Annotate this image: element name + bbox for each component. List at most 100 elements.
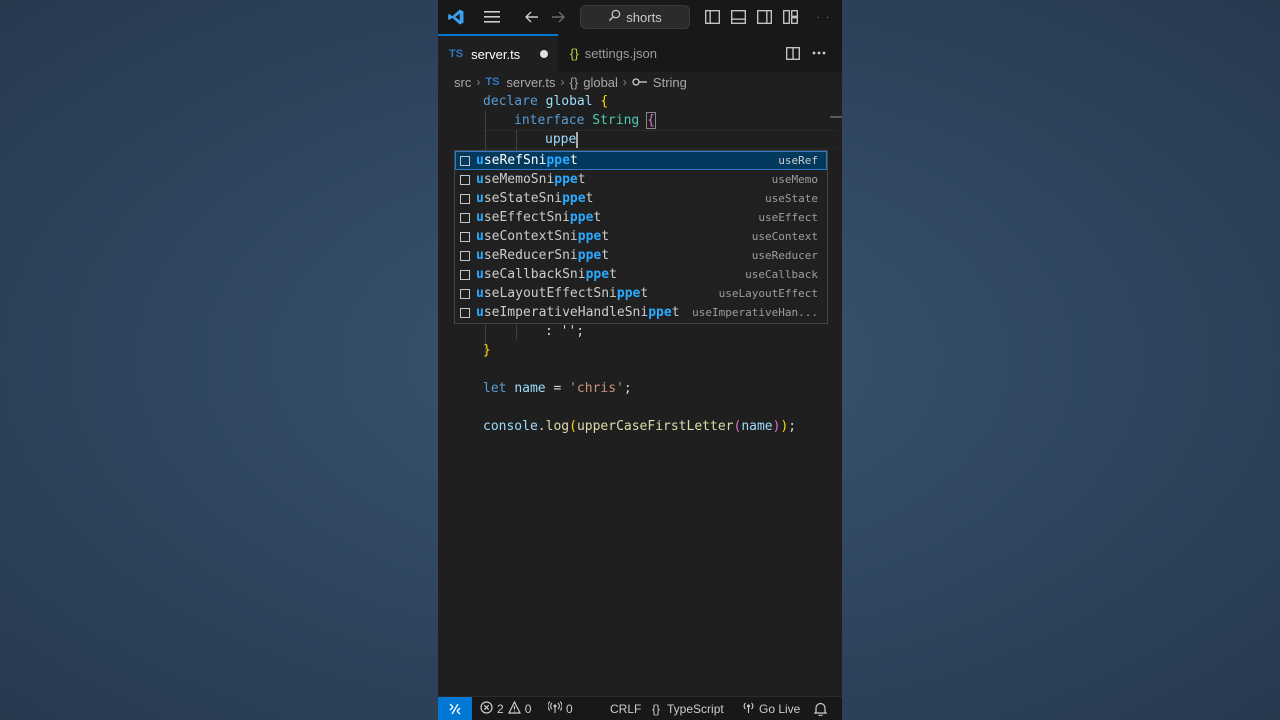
language-mode[interactable]: {} TypeScript xyxy=(652,697,724,720)
code-line-3: uppe xyxy=(545,131,579,148)
suggestion-detail: useMemo xyxy=(771,173,818,186)
suggestion-item[interactable]: useReducerSnippet useReducer xyxy=(455,246,827,265)
snippet-icon xyxy=(460,288,470,299)
window-controls-icon[interactable]: ·· xyxy=(814,0,838,34)
toggle-panel-icon[interactable] xyxy=(728,0,748,34)
suggestion-item[interactable]: useEffectSnippet useEffect xyxy=(455,208,827,227)
text-cursor xyxy=(576,131,579,148)
suggestion-detail: useLayoutEffect xyxy=(718,287,818,300)
breadcrumb-symbol[interactable]: String xyxy=(653,75,687,90)
customize-layout-icon[interactable] xyxy=(780,0,800,34)
suggest-widget: useRefSnippet useRef useMemoSnippet useMemo… xyxy=(454,150,828,324)
suggestion-item[interactable]: useCallbackSnippet useCallback xyxy=(455,265,827,284)
suggestion-detail: useContext xyxy=(751,230,818,243)
json-file-icon: {} xyxy=(570,45,579,61)
suggestion-item[interactable]: useLayoutEffectSnippet useLayoutEffect xyxy=(455,284,827,303)
broadcast-icon xyxy=(547,700,563,717)
tab-settings-json[interactable]: {} settings.json xyxy=(558,34,690,72)
go-live-label: Go Live xyxy=(759,701,801,716)
suggestion-item[interactable]: useRefSnippet useRef xyxy=(455,151,827,170)
tab-label: server.ts xyxy=(471,46,521,62)
code-line-1: declare global { xyxy=(483,94,609,109)
code-line-2: interface String { xyxy=(514,112,656,129)
snippet-icon xyxy=(460,250,470,261)
suggestion-detail: useState xyxy=(765,192,818,205)
search-label: shorts xyxy=(626,9,662,25)
problems-indicator[interactable]: 2 0 xyxy=(480,697,531,720)
suggestion-label: useContextSnippet xyxy=(476,229,610,244)
current-line-highlight xyxy=(482,130,838,149)
language-label: TypeScript xyxy=(667,701,724,716)
code-line-7: console.log(upperCaseFirstLetter(name)); xyxy=(483,419,797,434)
go-live-button[interactable]: Go Live xyxy=(742,697,800,720)
suggestion-label: useImperativeHandleSnippet xyxy=(476,305,680,320)
suggestion-label: useCallbackSnippet xyxy=(476,267,617,282)
suggestion-label: useStateSnippet xyxy=(476,191,594,206)
toggle-secondary-sidebar-icon[interactable] xyxy=(754,0,774,34)
code-line-4: : ''; xyxy=(545,324,585,339)
breadcrumb-namespace[interactable]: global xyxy=(583,75,618,90)
suggestion-item[interactable]: useContextSnippet useContext xyxy=(455,227,827,246)
title-bar: shorts ·· xyxy=(438,0,842,34)
editor-tab-bar: TS server.ts {} settings.json xyxy=(438,34,842,72)
suggestion-label: useLayoutEffectSnippet xyxy=(476,286,649,301)
typescript-file-icon: TS xyxy=(449,48,464,60)
remote-indicator-icon[interactable] xyxy=(438,697,472,720)
suggestion-detail: useCallback xyxy=(745,268,818,281)
code-line-5: } xyxy=(483,343,491,358)
snippet-icon xyxy=(460,231,470,242)
more-actions-icon[interactable] xyxy=(808,34,830,72)
warning-count: 0 xyxy=(524,701,532,716)
suggestion-label: useRefSnippet xyxy=(476,153,578,168)
snippet-icon xyxy=(460,269,470,280)
suggestion-item[interactable]: useStateSnippet useState xyxy=(455,189,827,208)
chevron-right-icon: › xyxy=(476,75,481,89)
notifications-bell-icon[interactable] xyxy=(814,697,827,720)
command-center-search[interactable]: shorts xyxy=(580,5,690,29)
suggestion-detail: useImperativeHan... xyxy=(692,306,818,319)
namespace-icon: {} xyxy=(569,74,579,90)
snippet-icon xyxy=(460,155,470,166)
breadcrumb-folder[interactable]: src xyxy=(454,75,471,90)
ports-indicator[interactable]: 0 xyxy=(547,697,573,720)
tab-label: settings.json xyxy=(584,45,657,61)
broadcast-icon xyxy=(742,701,755,717)
snippet-icon xyxy=(460,193,470,204)
chevron-right-icon: › xyxy=(560,75,565,89)
suggestion-detail: useReducer xyxy=(751,249,818,262)
eol-indicator[interactable]: CRLF xyxy=(610,697,641,720)
vscode-window: shorts ·· TS server.ts {} settings.json xyxy=(438,0,842,720)
snippet-icon xyxy=(460,307,470,318)
suggestion-label: useMemoSnippet xyxy=(476,172,586,187)
suggestion-label: useEffectSnippet xyxy=(476,210,602,225)
suggestion-detail: useRef xyxy=(778,154,818,167)
interface-icon xyxy=(632,75,648,90)
unsaved-dot-icon[interactable] xyxy=(540,50,548,58)
overview-ruler-mark xyxy=(830,116,842,118)
menu-icon[interactable] xyxy=(480,0,504,34)
language-braces-icon: {} xyxy=(652,701,661,716)
code-line-6: let name = 'chris'; xyxy=(483,381,632,396)
split-editor-icon[interactable] xyxy=(782,34,804,72)
breadcrumb-file[interactable]: server.ts xyxy=(506,75,555,90)
suggestion-item[interactable]: useImperativeHandleSnippet useImperativeH… xyxy=(455,303,827,322)
vscode-logo-icon xyxy=(444,0,468,34)
suggestion-label: useReducerSnippet xyxy=(476,248,610,263)
search-icon xyxy=(608,9,621,25)
error-count: 2 xyxy=(497,701,504,716)
breadcrumb: src › TS server.ts › {} global › String xyxy=(454,72,687,92)
forward-arrow-icon[interactable] xyxy=(548,0,568,34)
chevron-right-icon: › xyxy=(622,75,627,89)
suggestion-detail: useEffect xyxy=(758,211,818,224)
ports-count: 0 xyxy=(566,701,573,716)
tab-server-ts[interactable]: TS server.ts xyxy=(438,34,558,72)
warning-icon xyxy=(507,700,521,717)
status-bar: 2 0 0 CRLF {} TypeScript Go Live xyxy=(438,696,842,720)
toggle-primary-sidebar-icon[interactable] xyxy=(702,0,722,34)
typescript-file-icon: TS xyxy=(485,76,500,88)
suggestion-item[interactable]: useMemoSnippet useMemo xyxy=(455,170,827,189)
snippet-icon xyxy=(460,212,470,223)
error-icon xyxy=(480,700,493,717)
snippet-icon xyxy=(460,174,470,185)
back-arrow-icon[interactable] xyxy=(522,0,542,34)
